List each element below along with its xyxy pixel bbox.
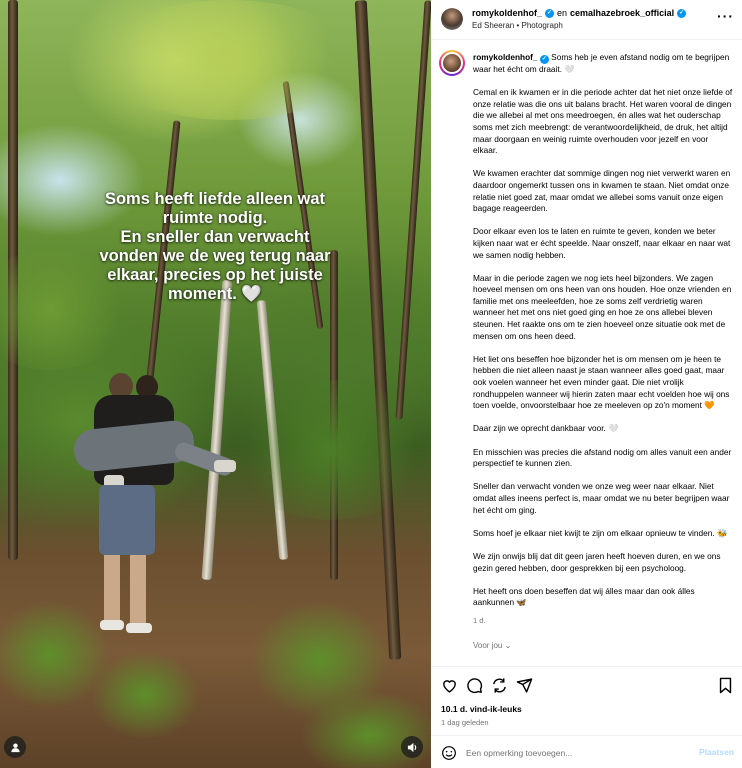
caption-paragraph: Cemal en ik kwamen er in die periode ach… — [473, 87, 733, 156]
verified-badge-icon: ✓ — [545, 8, 555, 18]
send-icon[interactable] — [516, 677, 533, 694]
post-details-panel: romykoldenhof_ ✓ en cemalhazebroek_offic… — [431, 0, 742, 768]
comment-icon[interactable] — [466, 677, 483, 694]
caption-paragraph: Sneller dan verwacht vonden we onze weg … — [473, 481, 730, 515]
caption-paragraph: We kwamen erachter dat sommige dingen no… — [473, 168, 731, 214]
overlay-line: ruimte nodig. — [162, 209, 268, 227]
collab-username[interactable]: cemalhazebroek_official — [570, 8, 674, 18]
caption-paragraph: En misschien was precies die afstand nod… — [473, 446, 732, 469]
caption-paragraph: Daar zijn we oprecht dankbaar voor. 🤍 — [473, 423, 619, 434]
avatar[interactable] — [441, 8, 463, 30]
caption-paragraph: We zijn onwijs blij dat dit geen jaren h… — [473, 550, 721, 573]
caption-paragraph: Het liet ons beseffen hoe bijzonder het … — [473, 353, 730, 411]
post-timestamp: 1 d. — [473, 615, 486, 625]
tree-trunk — [354, 0, 402, 660]
avatar[interactable] — [439, 50, 465, 76]
overlay-line: En sneller dan verwacht — [120, 228, 310, 246]
save-icon[interactable] — [717, 677, 734, 694]
post-header: romykoldenhof_ ✓ en cemalhazebroek_offic… — [431, 0, 742, 40]
comment-input[interactable] — [466, 745, 686, 761]
author-username[interactable]: romykoldenhof_ — [472, 8, 542, 18]
verified-badge-icon: ✓ — [677, 8, 687, 18]
foliage — [100, 0, 360, 120]
collab-usernames: romykoldenhof_ ✓ en cemalhazebroek_offic… — [472, 8, 687, 18]
post-comment-button[interactable]: Plaatsen — [699, 747, 734, 757]
tree-trunk — [395, 0, 431, 420]
comment-bar: Plaatsen — [431, 735, 742, 768]
post-date: 1 dag geleden — [441, 718, 489, 727]
audio-attribution[interactable]: Ed Sheeran • Photograph — [472, 21, 563, 30]
post-caption: romykoldenhof_ ✓ Soms heb je even afstan… — [473, 52, 733, 652]
user-tag-icon[interactable] — [4, 736, 26, 758]
emoji-icon[interactable] — [441, 745, 457, 761]
sound-on-icon[interactable] — [401, 736, 423, 758]
couple-photo — [64, 365, 244, 645]
heart-icon[interactable] — [441, 677, 458, 694]
share-icon[interactable] — [491, 677, 508, 694]
overlay-line: vonden we de weg terug naar — [99, 247, 331, 265]
likes-count[interactable]: 10.1 d. vind-ik-leuks — [441, 704, 522, 714]
fern — [90, 650, 200, 740]
caption-paragraph: Soms hoef je elkaar niet kwijt te zijn o… — [473, 527, 728, 538]
for-you-toggle[interactable]: Voor jou ⌄ — [473, 640, 733, 652]
caption-username[interactable]: romykoldenhof_ — [473, 52, 538, 62]
post-media[interactable]: Soms heeft liefde alleen wat ruimte nodi… — [0, 0, 431, 768]
caption-paragraph: Het heeft ons doen beseffen dat wij álle… — [473, 585, 695, 608]
overlay-line: moment. 🤍 — [168, 285, 262, 303]
media-overlay-caption: Soms heeft liefde alleen wat ruimte nodi… — [90, 190, 340, 304]
post-actions: 10.1 d. vind-ik-leuks 1 dag geleden Plaa… — [431, 666, 742, 768]
foliage — [230, 380, 430, 520]
collab-joiner: en — [557, 8, 568, 18]
caption-scroll-area[interactable]: romykoldenhof_ ✓ Soms heb je even afstan… — [431, 41, 742, 666]
caption-paragraph: Door elkaar even los te laten en ruimte … — [473, 226, 731, 260]
more-options-icon[interactable]: ··· — [717, 9, 734, 23]
caption-paragraph: Maar in die periode zagen we nog iets he… — [473, 272, 732, 341]
overlay-line: elkaar, precies op het juiste — [107, 266, 323, 284]
verified-badge-icon: ✓ — [539, 55, 549, 64]
caption-paragraph: romykoldenhof_ ✓ Soms heb je even afstan… — [473, 52, 733, 76]
overlay-line: Soms heeft liefde alleen wat — [104, 190, 326, 208]
